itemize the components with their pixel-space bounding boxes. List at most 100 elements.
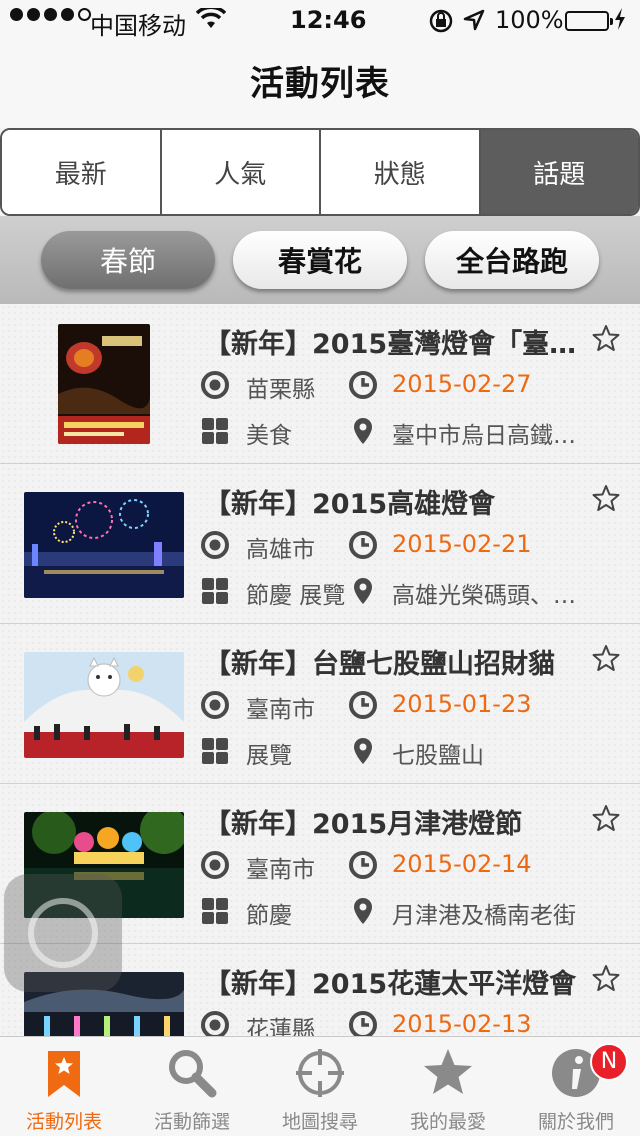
map-pin-icon [348, 576, 378, 606]
target-icon [200, 850, 230, 880]
category-grid-icon [200, 896, 230, 926]
event-meta-row: 花蓮縣 2015-02-13 [200, 1008, 620, 1036]
event-thumbnail [58, 324, 150, 444]
topic-chip-spring-festival[interactable]: 春節 [41, 231, 215, 289]
rotation-lock-icon [428, 8, 454, 40]
segment-latest[interactable]: 最新 [2, 130, 162, 214]
event-category: 展覽 [246, 743, 292, 769]
event-date: 2015-02-27 [392, 370, 532, 398]
event-location: 臺中市烏日高鐵特定區 [392, 423, 588, 449]
clock-icon [348, 370, 378, 400]
event-meta-row: 美食 臺中市烏日高鐵特定區 [200, 414, 620, 450]
tab-label: 地圖搜尋 [281, 1111, 358, 1133]
segment-popular[interactable]: 人氣 [161, 130, 321, 214]
segment-status[interactable]: 狀態 [321, 130, 481, 214]
event-meta-row: 展覽 七股鹽山 [200, 734, 620, 770]
bookmark-star-icon [36, 1045, 92, 1101]
event-location: 七股鹽山 [392, 743, 484, 769]
category-grid-icon [200, 416, 230, 446]
tab-favorites[interactable]: 我的最愛 [384, 1037, 512, 1136]
topic-filter-bar: 春節 春賞花 全台路跑 [0, 216, 640, 304]
map-pin-icon [348, 736, 378, 766]
carrier-name: 中国移动 [90, 12, 186, 40]
event-title: 【新年】2015月津港燈節 [204, 809, 523, 840]
tab-event-list[interactable]: 活動列表 [0, 1037, 128, 1136]
clock-time: 12:46 [290, 6, 367, 34]
star-icon [420, 1045, 476, 1101]
event-title: 【新年】2015花蓮太平洋燈會 [204, 969, 577, 1000]
status-bar: 中国移动 12:46 100% [0, 0, 640, 40]
event-category: 節慶 [246, 903, 292, 929]
event-thumbnail [24, 652, 184, 758]
event-date: 2015-02-21 [392, 530, 532, 558]
favorite-star-icon[interactable] [592, 804, 620, 832]
clock-icon [348, 850, 378, 880]
map-pin-icon [348, 896, 378, 926]
event-title: 【新年】台鹽七股鹽山招財貓 [204, 649, 555, 680]
notification-badge: N [590, 1043, 628, 1081]
category-grid-icon [200, 736, 230, 766]
location-arrow-icon [462, 8, 486, 38]
event-meta-row: 節慶 月津港及橋南老街 [200, 894, 620, 930]
tab-map-search[interactable]: 地圖搜尋 [256, 1037, 384, 1136]
event-county: 花蓮縣 [246, 1017, 315, 1036]
event-county: 臺南市 [246, 857, 315, 883]
tab-label: 我的最愛 [409, 1111, 486, 1133]
clock-icon [348, 530, 378, 560]
event-category: 美食 [246, 423, 292, 449]
target-icon [200, 1010, 230, 1036]
event-title: 【新年】2015高雄燈會 [204, 489, 496, 520]
wifi-icon [195, 5, 227, 36]
list-item[interactable]: 【新年】台鹽七股鹽山招財貓 臺南市 2015-01-23 展覽 七股鹽山 [0, 624, 640, 784]
assistive-touch-button[interactable] [4, 874, 122, 992]
topic-chip-road-running[interactable]: 全台路跑 [425, 231, 599, 289]
favorite-star-icon[interactable] [592, 324, 620, 352]
event-location: 高雄光榮碼頭、真愛碼頭 [392, 583, 588, 609]
event-meta-row: 節慶 展覽 高雄光榮碼頭、真愛碼頭 [200, 574, 620, 610]
event-meta-row: 臺南市 2015-01-23 [200, 688, 620, 724]
tab-label: 活動列表 [25, 1111, 102, 1133]
tab-bar: 活動列表 活動篩選 地圖搜尋 我的最愛 N 關於我們 [0, 1036, 640, 1136]
tab-event-filter[interactable]: 活動篩選 [128, 1037, 256, 1136]
battery-percentage: 100% [495, 6, 564, 34]
sort-segmented-control: 最新 人氣 狀態 話題 [0, 128, 640, 216]
signal-strength-icon [10, 8, 91, 21]
event-county: 臺南市 [246, 697, 315, 723]
event-thumbnail [24, 492, 184, 598]
list-item[interactable]: 【新年】2015臺灣燈會「臺中」 苗栗縣 2015-02-27 美食 臺中市烏日… [0, 304, 640, 464]
page-title: 活動列表 [250, 64, 390, 104]
target-icon [200, 530, 230, 560]
favorite-star-icon[interactable] [592, 484, 620, 512]
navigation-bar: 活動列表 [0, 40, 640, 128]
tab-label: 關於我們 [537, 1111, 614, 1133]
tab-label: 活動篩選 [153, 1111, 230, 1133]
battery-icon [565, 11, 613, 31]
event-date: 2015-02-14 [392, 850, 532, 878]
topic-chip-flowers[interactable]: 春賞花 [233, 231, 407, 289]
clock-icon [348, 690, 378, 720]
favorite-star-icon[interactable] [592, 964, 620, 992]
event-location: 月津港及橋南老街 [392, 903, 576, 929]
event-meta-row: 高雄市 2015-02-21 [200, 528, 620, 564]
clock-icon [348, 1010, 378, 1036]
event-county: 苗栗縣 [246, 377, 315, 403]
event-meta-row: 臺南市 2015-02-14 [200, 848, 620, 884]
event-meta-row: 苗栗縣 2015-02-27 [200, 368, 620, 404]
map-pin-icon [348, 416, 378, 446]
segment-topics[interactable]: 話題 [480, 130, 638, 214]
crosshair-icon [292, 1045, 348, 1101]
event-county: 高雄市 [246, 537, 315, 563]
target-icon [200, 690, 230, 720]
list-item[interactable]: 【新年】2015高雄燈會 高雄市 2015-02-21 節慶 展覽 高雄光榮碼頭… [0, 464, 640, 624]
event-date: 2015-01-23 [392, 690, 532, 718]
magnifier-icon [164, 1045, 220, 1101]
tab-about-us[interactable]: N 關於我們 [512, 1037, 640, 1136]
event-category: 節慶 展覽 [246, 583, 346, 609]
event-date: 2015-02-13 [392, 1010, 532, 1036]
charging-bolt-icon [614, 8, 626, 35]
target-icon [200, 370, 230, 400]
favorite-star-icon[interactable] [592, 644, 620, 672]
event-title: 【新年】2015臺灣燈會「臺中」 [204, 329, 592, 360]
category-grid-icon [200, 576, 230, 606]
assistive-touch-ring-icon [28, 898, 98, 968]
